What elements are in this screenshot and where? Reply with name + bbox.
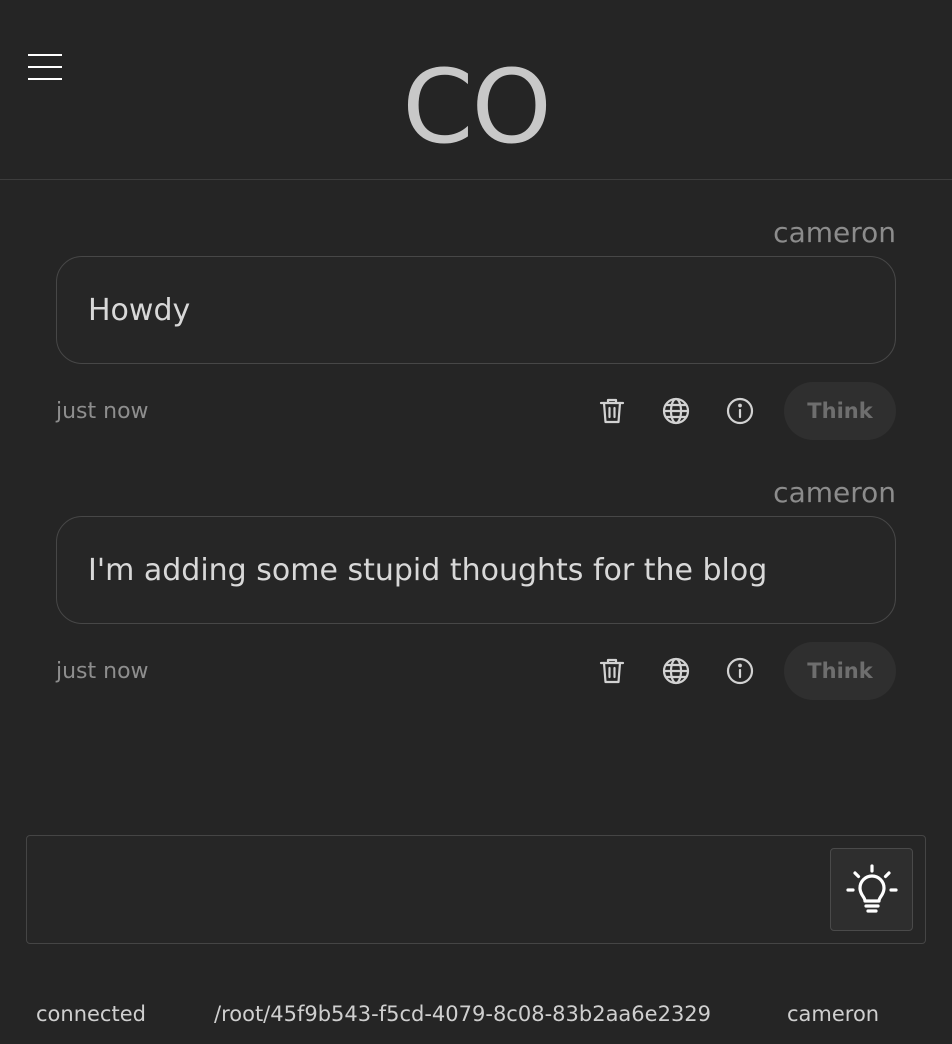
info-icon[interactable] <box>720 651 760 691</box>
app-logo: CO <box>402 48 552 167</box>
message-timestamp: just now <box>56 658 149 684</box>
message-text: I'm adding some stupid thoughts for the … <box>88 552 768 588</box>
message-item: cameron Howdy just now Think <box>56 216 896 440</box>
message-timestamp: just now <box>56 398 149 424</box>
think-button[interactable]: Think <box>784 642 896 700</box>
header: CO <box>0 0 952 180</box>
status-bar: connected /root/45f9b543-f5cd-4079-8c08-… <box>0 996 952 1036</box>
lightbulb-icon[interactable] <box>830 848 913 931</box>
message-author: cameron <box>773 216 896 249</box>
message-meta: just now Think <box>56 642 896 700</box>
message-author: cameron <box>773 476 896 509</box>
current-user: cameron <box>787 1002 880 1026</box>
trash-icon[interactable] <box>592 651 632 691</box>
message-input[interactable] <box>41 848 821 930</box>
globe-icon[interactable] <box>656 651 696 691</box>
current-path: /root/45f9b543-f5cd-4079-8c08-83b2aa6e23… <box>214 1002 712 1026</box>
message-bubble: Howdy <box>56 256 896 364</box>
message-composer <box>26 835 926 944</box>
connection-status: connected <box>36 1002 146 1026</box>
think-button[interactable]: Think <box>784 382 896 440</box>
message-bubble: I'm adding some stupid thoughts for the … <box>56 516 896 624</box>
info-icon[interactable] <box>720 391 760 431</box>
message-item: cameron I'm adding some stupid thoughts … <box>56 476 896 700</box>
message-text: Howdy <box>88 292 191 328</box>
trash-icon[interactable] <box>592 391 632 431</box>
globe-icon[interactable] <box>656 391 696 431</box>
message-meta: just now Think <box>56 382 896 440</box>
